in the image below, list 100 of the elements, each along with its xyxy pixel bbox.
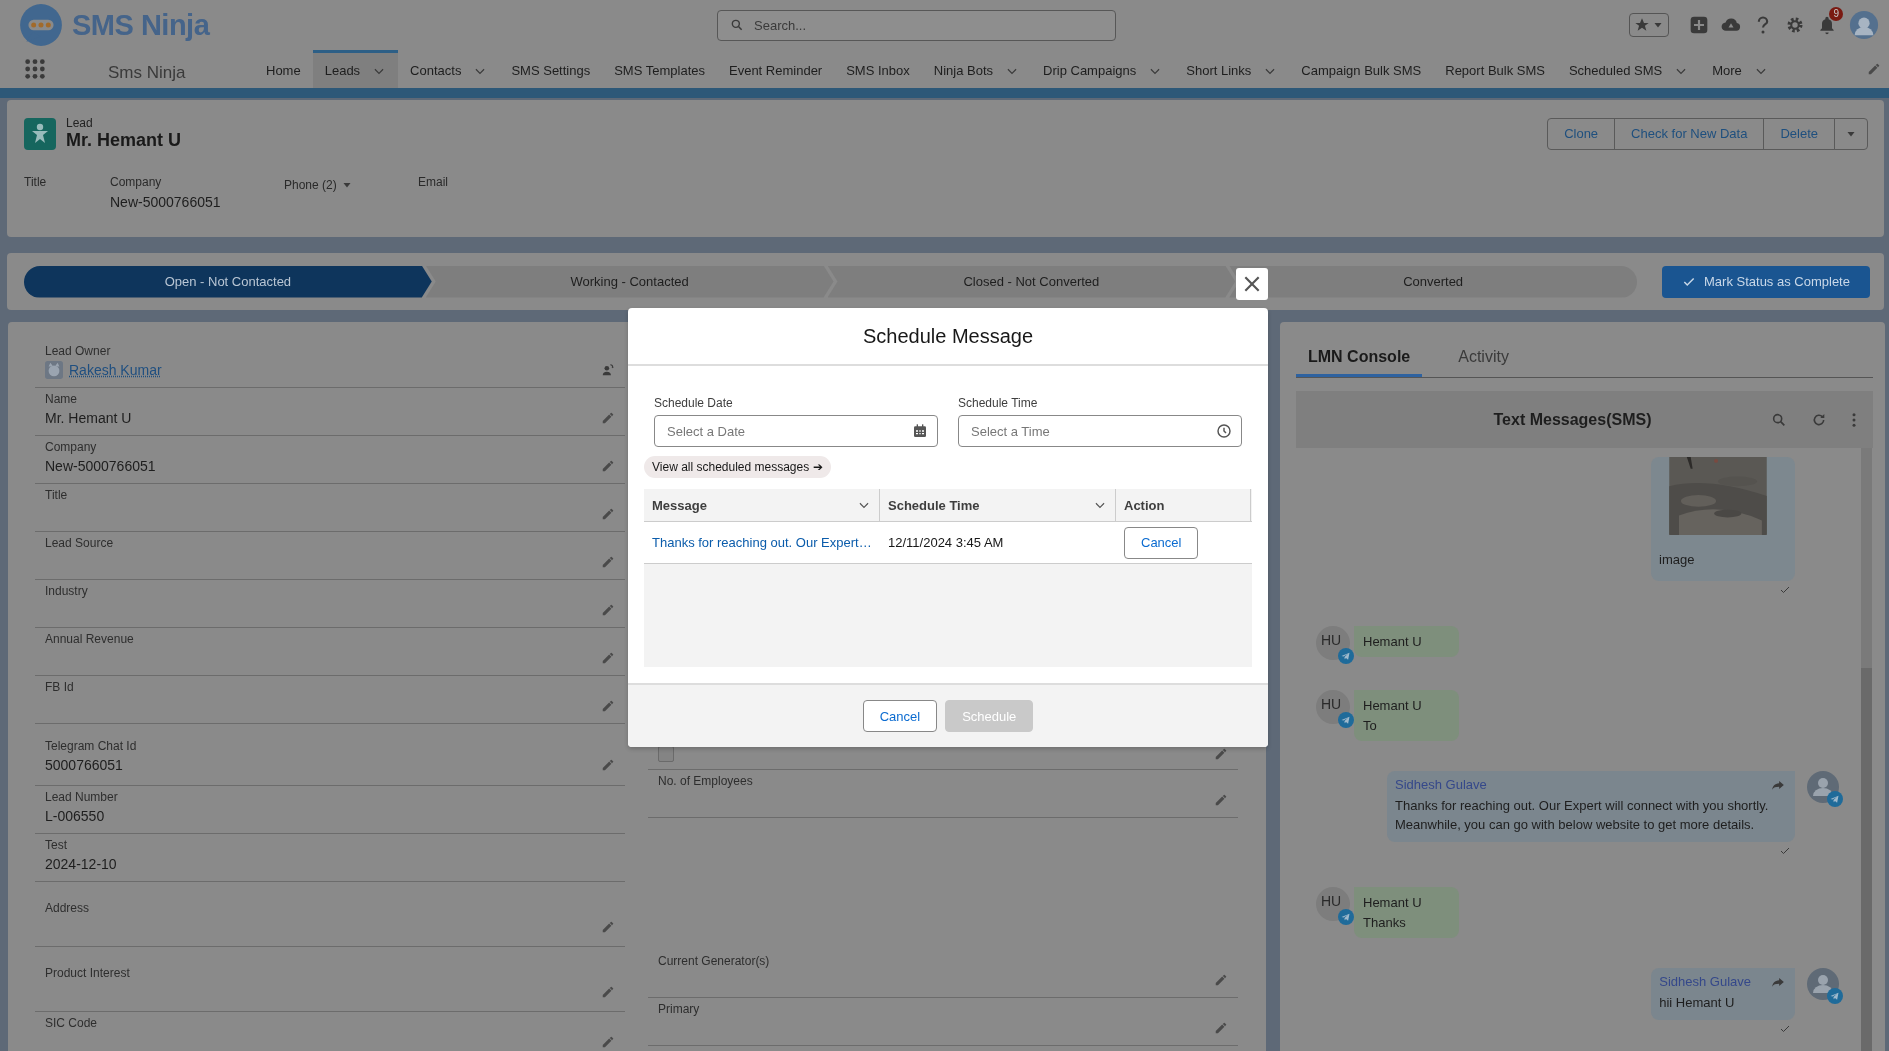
plus-icon[interactable] <box>1689 15 1709 35</box>
nav-tab[interactable]: Drip Campaigns <box>1031 50 1175 88</box>
cancel-button[interactable]: Cancel <box>1124 526 1199 559</box>
field-label: Industry <box>45 583 89 599</box>
search-field[interactable]: Search... <box>717 9 1116 41</box>
field-label: Email <box>418 175 448 189</box>
nav-tab[interactable]: SMS Templates <box>602 50 717 88</box>
field-label: No. of Employees <box>658 773 754 789</box>
avatar-icon[interactable] <box>1849 10 1879 40</box>
edit-icon[interactable] <box>601 507 615 521</box>
action-button[interactable]: Delete <box>1763 117 1835 150</box>
more-icon[interactable] <box>1851 410 1857 429</box>
sender-name: Hemant U <box>1363 698 1423 713</box>
edit-icon[interactable] <box>601 603 615 617</box>
nav-tab[interactable]: Event Reminder <box>717 50 835 88</box>
field-value: L-006550 <box>45 808 105 824</box>
cancel-button[interactable]: Cancel <box>862 700 938 732</box>
message-text: To <box>1363 718 1378 733</box>
nav-tab[interactable]: Leads <box>312 50 399 88</box>
field-label: Lead Owner <box>45 343 112 359</box>
nav-tab[interactable]: More <box>1700 50 1780 88</box>
logo-text: SMS Ninja <box>72 8 210 42</box>
message-link[interactable]: Thanks for reaching out. Our Expert… <box>652 535 872 550</box>
change-owner-icon[interactable] <box>601 363 615 377</box>
field-label: Name <box>45 391 78 407</box>
edit-icon[interactable] <box>1867 62 1881 76</box>
nav-tab[interactable]: SMS Inbox <box>834 50 922 88</box>
edit-icon[interactable] <box>601 699 615 713</box>
field-label: Title <box>45 487 69 503</box>
edit-icon[interactable] <box>601 555 615 569</box>
edit-icon[interactable] <box>601 411 615 425</box>
field-label: Company <box>110 175 162 189</box>
field-label: Current Generator(s) <box>658 953 771 969</box>
messages-title: Text Messages(SMS) <box>1493 410 1652 429</box>
edit-icon[interactable] <box>601 758 615 772</box>
panel-tab[interactable]: Activity <box>1446 340 1521 377</box>
settings-icon[interactable] <box>1785 15 1805 35</box>
nav-tab[interactable]: Home <box>254 50 313 88</box>
edit-icon[interactable] <box>601 651 615 665</box>
calendar-icon <box>912 423 928 439</box>
column-header: Action <box>1116 489 1251 521</box>
modal-title: Schedule Message <box>628 308 1268 366</box>
field-label: Product Interest <box>45 965 131 981</box>
edit-icon[interactable] <box>601 920 615 934</box>
action-button[interactable]: Check for New Data <box>1614 117 1765 150</box>
edit-icon[interactable] <box>601 459 615 473</box>
edit-icon[interactable] <box>601 1035 615 1049</box>
nav-tab[interactable]: Campaign Bulk SMS <box>1289 50 1434 88</box>
time-field[interactable]: Select a Time <box>958 415 1242 447</box>
nav-tab[interactable]: Ninja Bots <box>921 50 1032 88</box>
edit-icon[interactable] <box>1214 747 1228 761</box>
clock-icon <box>1216 423 1232 439</box>
telegram-icon <box>1338 909 1354 925</box>
field-label: FB Id <box>45 679 75 695</box>
edit-icon[interactable] <box>1214 793 1228 807</box>
mark-complete-button[interactable]: Mark Status as Complete <box>1662 265 1870 298</box>
field-label: Annual Revenue <box>45 631 135 647</box>
date-field[interactable]: Select a Date <box>654 415 938 447</box>
sender-name: Sidhesh Gulave <box>1659 974 1751 989</box>
more-actions-button[interactable] <box>1834 117 1868 150</box>
field-value: 5000766051 <box>45 757 123 773</box>
field-label: Phone (2) <box>284 178 337 192</box>
nav-tab[interactable]: SMS Settings <box>499 50 603 88</box>
search-icon[interactable] <box>1771 411 1787 428</box>
action-button[interactable]: Clone <box>1547 117 1616 150</box>
path-step[interactable]: Working - Contacted <box>425 265 834 298</box>
notification-icon[interactable] <box>1817 15 1837 35</box>
nav-tab[interactable]: Report Bulk SMS <box>1433 50 1557 88</box>
nav-tab[interactable]: Contacts <box>398 50 500 88</box>
telegram-icon <box>1827 791 1843 807</box>
column-header[interactable]: Schedule Time <box>880 489 1116 521</box>
path-step[interactable]: Converted <box>1229 265 1637 298</box>
nav-tab[interactable]: Short Links <box>1174 50 1290 88</box>
favorites-button[interactable] <box>1629 13 1669 37</box>
edit-icon[interactable] <box>601 985 615 999</box>
scheduled-messages-link[interactable]: View all scheduled messages ➔ <box>644 456 831 478</box>
close-button[interactable] <box>1236 268 1268 300</box>
close-icon <box>1242 274 1262 294</box>
field-label: Telegram Chat Id <box>45 738 138 754</box>
panel-tab[interactable]: LMN Console <box>1296 340 1423 377</box>
message-text: Thanks for reaching out. Our Expert will connect with you shortly. Meanwhile, you can go with below website to get more details. <box>1395 797 1770 834</box>
telegram-icon <box>1827 988 1843 1004</box>
path-step[interactable]: Open - Not Contacted <box>24 265 432 298</box>
message-text: Thanks <box>1363 915 1407 930</box>
edit-icon[interactable] <box>1214 973 1228 987</box>
nav-tab[interactable]: Scheduled SMS <box>1556 50 1701 88</box>
app-launcher-icon[interactable] <box>24 58 46 80</box>
refresh-icon[interactable] <box>1811 411 1827 428</box>
field-value: New-5000766051 <box>110 194 222 210</box>
field-label: Test <box>45 837 68 853</box>
column-header[interactable]: Message <box>644 489 880 521</box>
sender-name: Sidhesh Gulave <box>1395 777 1487 792</box>
scrollbar[interactable] <box>1861 448 1872 1051</box>
edit-icon[interactable] <box>1214 1021 1228 1035</box>
sender-name: Hemant U <box>1363 895 1423 910</box>
field-label: Primary <box>658 1001 701 1017</box>
message-text: hii Hemant U <box>1659 994 1736 1012</box>
path-step[interactable]: Closed - Not Converted <box>827 265 1236 298</box>
field-label: Lead Source <box>45 535 115 551</box>
owner-link[interactable]: Rakesh Kumar <box>69 362 162 378</box>
